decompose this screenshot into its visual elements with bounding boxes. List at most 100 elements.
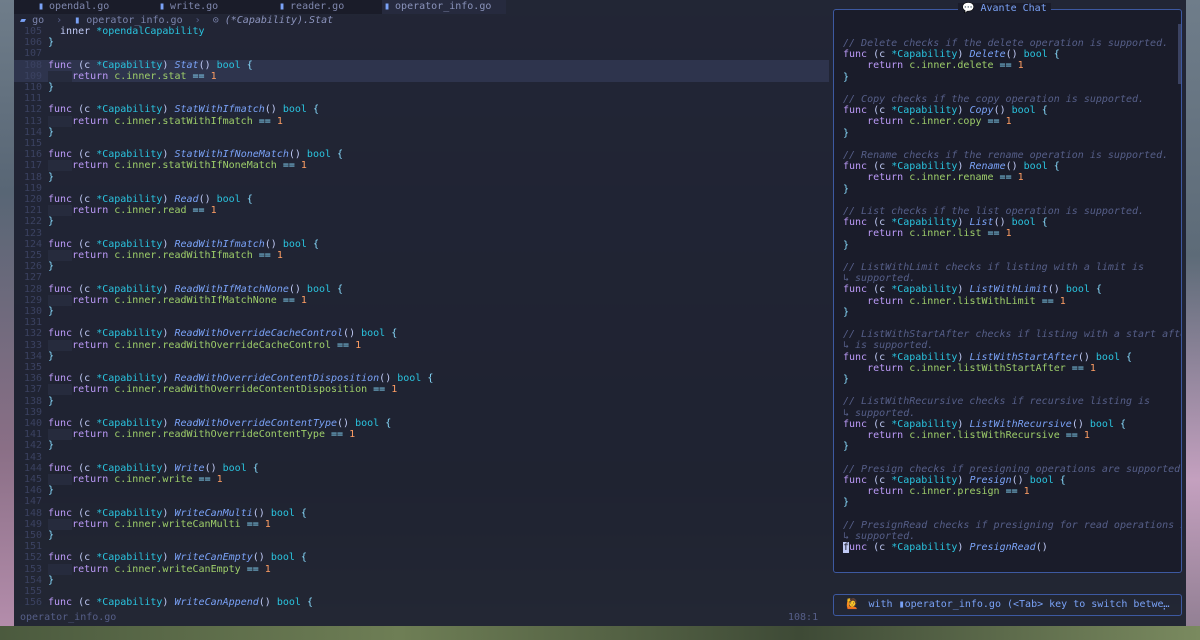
code-line[interactable]: 135	[14, 362, 829, 373]
breadcrumb-symbol[interactable]: (*Capability).Stat	[225, 15, 333, 26]
code-token: func	[48, 507, 73, 519]
code-line[interactable]: 116 func (c *Capability) StatWithIfNoneMa…	[14, 149, 829, 160]
code-token: c.inner.listWithLimit	[909, 295, 1036, 307]
code-line[interactable]: 147	[14, 496, 829, 507]
code-line[interactable]: 141 return c.inner.readWithOverrideConte…	[14, 429, 829, 441]
chat-scrollbar[interactable]	[1178, 24, 1181, 84]
code-token: bool	[306, 283, 332, 295]
code-token: // Delete checks if the delete operation…	[843, 38, 1169, 49]
code-editor[interactable]: 105 inner *opendalCapability 106} 107 108 fu…	[14, 26, 829, 611]
line-number: 105	[23, 26, 42, 37]
code-line[interactable]: 132 func (c *Capability) ReadWithOverride…	[14, 328, 829, 339]
code-line[interactable]: 117 return c.inner.statWithIfNoneMatch =…	[14, 160, 829, 172]
chat-code-line: }	[843, 128, 849, 139]
code-token: )	[162, 418, 175, 429]
code-line[interactable]: 152 func (c *Capability) WriteCanEmpty() …	[14, 552, 829, 563]
line-number: 107	[23, 48, 42, 60]
chat-code-line: }	[843, 72, 849, 83]
code-line[interactable]: 154}	[14, 575, 829, 586]
chat-code-line: func (c *Capability) Presign() bool {	[843, 475, 1066, 486]
avante-chat-panel[interactable]: // Delete checks if the delete operation…	[833, 9, 1182, 573]
code-token: ()	[1005, 161, 1024, 173]
code-line[interactable]: 137 return c.inner.readWithOverrideConte…	[14, 384, 829, 396]
code-line[interactable]: 144 func (c *Capability) Write() bool {	[14, 463, 829, 474]
code-line[interactable]: 142}	[14, 440, 829, 451]
code-token: }	[48, 395, 55, 407]
code-line[interactable]: 146}	[14, 485, 829, 496]
breadcrumb-file[interactable]: operator_info.go	[86, 15, 182, 26]
code-line[interactable]: 126}	[14, 261, 829, 272]
code-line[interactable]: 105 inner *opendalCapability	[14, 26, 829, 37]
code-token: }	[48, 485, 55, 497]
code-token: return	[72, 160, 115, 172]
method-icon: ⊙	[212, 15, 219, 26]
code-line[interactable]: 113 return c.inner.statWithIfmatch == 1	[14, 115, 829, 127]
line-text: func (c *Capability) WriteCanMulti() boo…	[48, 508, 307, 519]
code-line[interactable]: 156 func (c *Capability) WriteCanAppend()…	[14, 597, 829, 608]
code-token: }	[843, 374, 850, 385]
code-line[interactable]: 123	[14, 228, 829, 239]
code-line[interactable]: 153 return c.inner.writeCanEmpty == 1	[14, 563, 829, 575]
code-line[interactable]: 110}	[14, 82, 829, 93]
code-token: ()	[993, 105, 1012, 117]
code-line[interactable]: 149 return c.inner.writeCanMulti == 1	[14, 518, 829, 530]
code-token: c.inner.writeCanEmpty	[114, 563, 241, 575]
code-line[interactable]: 150}	[14, 530, 829, 541]
input-file: operator_info.go	[904, 599, 1001, 610]
code-line[interactable]: 108 func (c *Capability) Stat() bool {	[14, 59, 829, 71]
code-line[interactable]: 129 return c.inner.readWithIfMatchNone =…	[14, 294, 829, 306]
code-token: {	[240, 59, 253, 71]
code-line[interactable]: 130}	[14, 306, 829, 317]
code-line[interactable]: 136 func (c *Capability) ReadWithOverride…	[14, 373, 829, 384]
code-line[interactable]: 107	[14, 48, 829, 59]
tab-write[interactable]: ▮ write.go	[159, 0, 279, 14]
code-line[interactable]: 120 func (c *Capability) Read() bool {	[14, 194, 829, 205]
chat-code-line: // List checks if the list operation is …	[843, 206, 1144, 217]
code-line[interactable]: 148 func (c *Capability) WriteCanMulti() …	[14, 508, 829, 519]
code-token: ==	[981, 116, 1006, 128]
code-line[interactable]: 112 func (c *Capability) StatWithIfmatch(…	[14, 104, 829, 115]
code-token: func	[48, 104, 73, 116]
code-line[interactable]: 119	[14, 183, 829, 194]
tab-opendal[interactable]: ▮ opendal.go	[38, 0, 168, 14]
code-line[interactable]: 106}	[14, 37, 829, 48]
breadcrumb-dir[interactable]: go	[32, 15, 44, 26]
code-line[interactable]: 151	[14, 541, 829, 552]
tab-reader[interactable]: ▮ reader.go	[279, 0, 389, 14]
code-line[interactable]: 121 return c.inner.read == 1	[14, 205, 829, 217]
code-token: }	[843, 306, 850, 318]
code-line[interactable]: 131	[14, 317, 829, 328]
code-token: (c	[72, 552, 97, 564]
code-line[interactable]: 155	[14, 586, 829, 597]
code-line[interactable]: 114}	[14, 127, 829, 138]
line-text: func (c *Capability) ReadWithOverrideCac…	[48, 328, 397, 339]
code-line[interactable]: 109 return c.inner.stat == 1	[14, 70, 829, 82]
code-token: StatWithIfNoneMatch	[174, 149, 289, 161]
code-line[interactable]: 133 return c.inner.readWithOverrideCache…	[14, 339, 829, 351]
code-token: c.inner.presign	[909, 486, 1000, 497]
code-line[interactable]: 134}	[14, 351, 829, 362]
code-line[interactable]: 118}	[14, 172, 829, 183]
code-line[interactable]: 125 return c.inner.readWithIfmatch == 1	[14, 250, 829, 261]
code-token: PresignRead	[969, 542, 1036, 553]
code-line[interactable]: 143	[14, 452, 829, 463]
code-line[interactable]: 115	[14, 138, 829, 149]
line-number: 120	[23, 194, 42, 205]
line-text: return c.inner.readWithIfMatchNone == 1	[48, 294, 307, 306]
code-token: ↳ is supported.	[843, 340, 934, 352]
code-line[interactable]: 122}	[14, 216, 829, 227]
code-line[interactable]: 145 return c.inner.write == 1	[14, 474, 829, 485]
code-token: }	[843, 441, 850, 453]
tab-operator-info[interactable]: ▮ operator_info.go	[382, 0, 506, 14]
code-line[interactable]: 139	[14, 407, 829, 418]
code-line[interactable]: 111	[14, 93, 829, 104]
code-line[interactable]: 128 func (c *Capability) ReadWithIfMatchN…	[14, 284, 829, 295]
code-token: *Capability	[96, 462, 163, 474]
code-line[interactable]: 127	[14, 272, 829, 283]
code-token: ==	[192, 474, 217, 485]
code-line[interactable]: 124 func (c *Capability) ReadWithIfmatch(…	[14, 239, 829, 250]
code-line[interactable]: 140 func (c *Capability) ReadWithOverride…	[14, 418, 829, 429]
code-token: }	[843, 127, 850, 139]
code-line[interactable]: 138}	[14, 396, 829, 407]
chat-input[interactable]: 🙋 with ▮operator_info.go (<Tab> key to s…	[833, 594, 1182, 616]
